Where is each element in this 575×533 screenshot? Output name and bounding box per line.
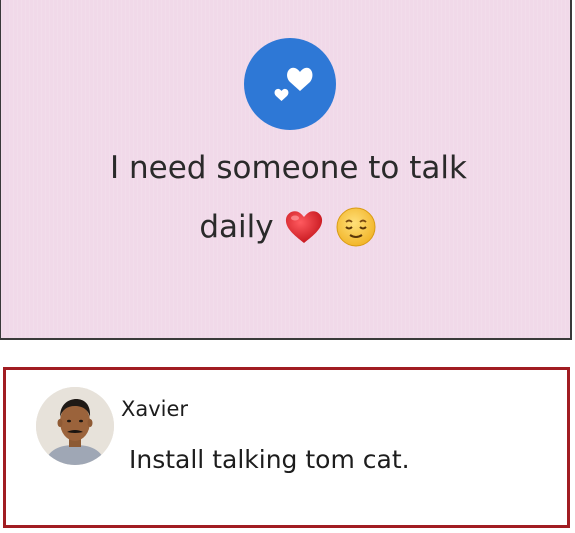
- comment-author-name[interactable]: Xavier: [121, 397, 188, 421]
- status-post-card: I need someone to talk daily: [0, 0, 572, 340]
- red-heart-emoji: [282, 205, 326, 249]
- hearts-icon: [244, 38, 336, 130]
- avatar[interactable]: [36, 387, 114, 465]
- relieved-face-emoji: [334, 205, 378, 249]
- comment-text: Install talking tom cat.: [129, 445, 410, 474]
- post-text-line-2: daily: [199, 209, 274, 245]
- comment-card-highlighted: Xavier Install talking tom cat.: [3, 367, 570, 528]
- post-text-line-2-row: daily: [1, 205, 575, 249]
- post-text-line-1: I need someone to talk: [110, 150, 467, 186]
